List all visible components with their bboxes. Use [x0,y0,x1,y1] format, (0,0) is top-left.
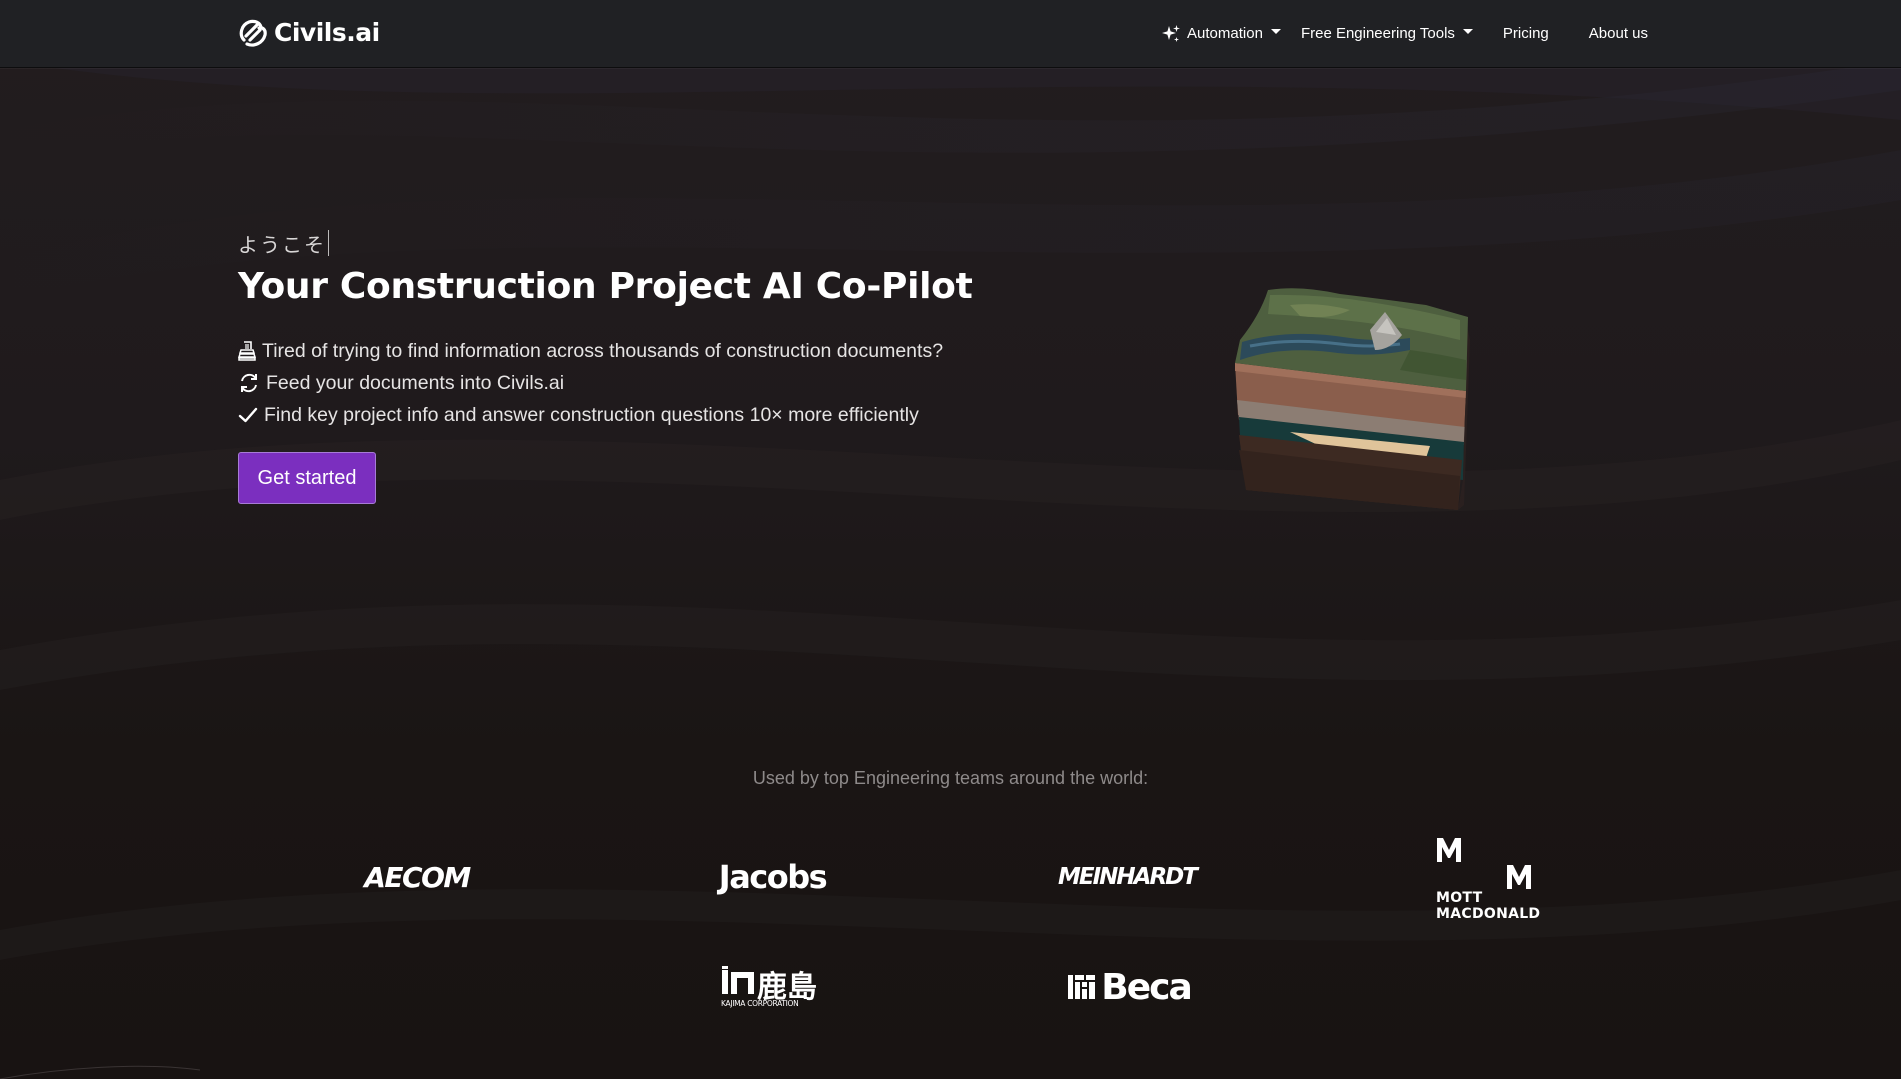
get-started-button[interactable]: Get started [238,452,376,504]
kajima-logo-sub: KAJIMA CORPORATION [721,999,799,1008]
document-stack-icon [238,341,256,361]
beca-mark-icon [1068,975,1096,999]
kajima-logo: 鹿島 KAJIMA CORPORATION [715,962,830,1012]
welcome-text: ようこそ [238,232,326,257]
meinhardt-logo-text: MEINHARDT [1058,864,1198,890]
mott-macdonald-logo: MOTT MACDONALD [1433,830,1543,926]
feature-text: Feed your documents into Civils.ai [266,371,565,394]
mott-logo-line2: MACDONALD [1436,906,1541,922]
aecom-logo: AECOM [352,852,482,902]
typing-cursor [328,230,329,256]
feature-text: Tired of trying to find information acro… [262,339,944,362]
clients-caption: Used by top Engineering teams around the… [752,768,1149,788]
beca-logo-text: Beca [1101,966,1192,1008]
aecom-logo-text: AECOM [364,860,471,894]
sync-icon [241,373,257,393]
check-icon [238,407,258,423]
feature-item: Find key project info and answer constru… [238,399,943,431]
jacobs-logo: Jacobs [705,852,840,902]
feature-item: Feed your documents into Civils.ai [238,367,943,399]
nav-free-tools-dropdown[interactable]: Free Engineering Tools [1291,0,1483,67]
brand-logo-link[interactable]: Civils.ai [238,16,380,48]
page: Civils.ai Automation Free Engineering To… [0,0,1901,1079]
brand-name: Civils.ai [274,17,380,47]
nav-menu: Automation Free Engineering Tools Pricin… [1151,0,1648,67]
civils-logo-icon [239,19,267,47]
feature-text: Find key project info and answer constru… [264,403,919,426]
nav-free-tools-label: Free Engineering Tools [1300,25,1455,42]
hero-section: ようこそ Your Construction Project AI Co-Pil… [238,228,973,504]
nav-automation-dropdown[interactable]: Automation [1151,0,1291,67]
chevron-down-icon [1270,29,1281,34]
kajima-mark-icon [722,966,754,994]
feature-list: Tired of trying to find information acro… [238,335,943,431]
nav-about-link[interactable]: About us [1569,0,1648,67]
sparkles-icon [1162,24,1181,42]
typing-welcome: ようこそ [238,228,329,258]
nav-about-label: About us [1588,25,1648,42]
jacobs-logo-text: Jacobs [718,858,828,896]
nav-pricing-label: Pricing [1502,25,1549,42]
mott-logo-line1: MOTT [1436,890,1483,906]
nav-pricing-link[interactable]: Pricing [1483,0,1569,67]
hero-title: Your Construction Project AI Co-Pilot [238,266,973,307]
top-navbar: Civils.ai Automation Free Engineering To… [0,0,1901,68]
beca-logo: Beca [1064,962,1194,1012]
terrain-3d-illustration [1235,288,1470,510]
chevron-down-icon [1462,29,1473,34]
feature-item: Tired of trying to find information acro… [238,335,943,367]
meinhardt-logo: MEINHARDT [1052,852,1202,902]
nav-automation-label: Automation [1187,25,1263,42]
background-waves [0,0,1901,1079]
mott-macdonald-mark-icon [1437,838,1531,889]
